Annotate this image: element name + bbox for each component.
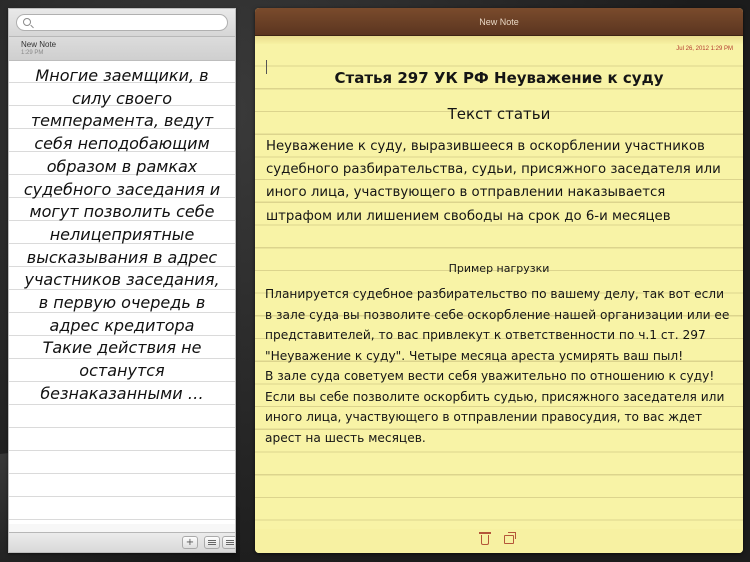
list-item-selected[interactable]: New Note 1:29 PM [9, 37, 235, 61]
note-panel: New Note Jul 26, 2012 1:29 PM Статья 297… [255, 8, 743, 553]
trash-icon[interactable] [479, 532, 491, 545]
example-title: Пример нагрузки [448, 262, 550, 275]
search-bar [9, 9, 235, 37]
article-subheading: Текст статьи [447, 105, 551, 123]
article-body: Неуважение к суду, выразившееся в оскорб… [266, 139, 721, 224]
note-header: New Note [255, 8, 743, 36]
text-cursor [266, 60, 267, 74]
list-footer: + [9, 532, 235, 552]
add-note-button[interactable]: + [182, 536, 198, 549]
overlay-caption: Многие заемщики, в силу своего темпераме… [23, 66, 221, 403]
detail-view-icon [226, 540, 234, 545]
example-text: Планируется судебное разбирательство по … [265, 287, 730, 445]
search-icon [23, 18, 31, 26]
list-item-time: 1:29 PM [21, 50, 44, 56]
note-title: New Note [479, 17, 519, 27]
detail-view-button[interactable] [222, 536, 235, 549]
search-field[interactable] [16, 14, 228, 31]
torn-paper-edge [255, 36, 743, 44]
search-input[interactable] [33, 15, 223, 30]
list-view-icon [208, 540, 216, 545]
note-date: Jul 26, 2012 1:29 PM [676, 46, 733, 52]
notes-list-panel: New Note 1:29 PM Многие заемщики, в силу… [8, 8, 236, 553]
article-heading: Статья 297 УК РФ Неуважение к суду [334, 69, 664, 87]
share-icon[interactable] [504, 532, 516, 544]
list-view-button[interactable] [204, 536, 220, 549]
list-item-title: New Note [21, 40, 57, 49]
note-footer [255, 529, 743, 553]
